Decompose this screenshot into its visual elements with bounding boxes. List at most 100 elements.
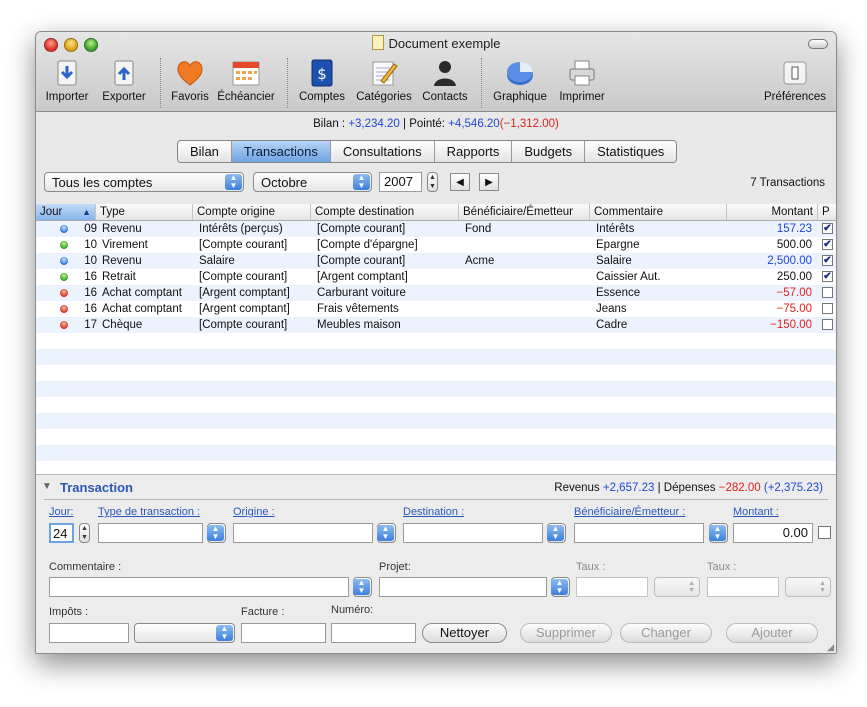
toolbar-separator [481,58,483,108]
projet-select[interactable]: ▲ ▼ [551,577,570,597]
montant-field[interactable]: 0.00 [733,523,813,543]
updown-arrows-icon: ▲ ▼ [547,525,564,541]
delete-button[interactable]: Supprimer [520,623,612,643]
month-select-value: Octobre [261,175,308,190]
impots-field[interactable] [49,623,129,643]
pointe-checkbox[interactable]: ✔ [822,255,833,266]
tab-statistiques[interactable]: Statistiques [585,141,676,162]
checkmark-icon: ✔ [823,239,832,250]
pointe-checkbox[interactable] [822,287,833,298]
status-separator: | [403,118,406,130]
taux-select-1: ▲ ▼ [654,577,700,597]
print-label: Imprimer [559,91,605,103]
add-button[interactable]: Ajouter [726,623,818,643]
accounts-button[interactable]: $ Comptes [297,58,347,103]
column-type[interactable]: Type [96,204,193,220]
tab-transactions[interactable]: Transactions [231,141,331,162]
clear-button[interactable]: Nettoyer [422,623,507,643]
column-montant[interactable]: Montant [727,204,818,220]
jour-field[interactable]: 24 [49,523,74,543]
tab-consultations[interactable]: Consultations [331,141,435,162]
cell-origine: [Argent comptant] [199,287,290,299]
origine-field[interactable] [233,523,373,543]
updown-arrows-icon: ▲ ▼ [709,525,726,541]
cell-beneficiaire [465,237,593,253]
taux-label-1: Taux : [576,561,606,573]
commentaire-field[interactable] [49,577,349,597]
tab-bilan[interactable]: Bilan [178,141,232,162]
window-title-text: Document exemple [388,36,501,51]
jour-stepper[interactable]: ▲ ▼ [79,523,90,543]
import-button[interactable]: Importer [44,58,90,103]
status-dot-icon [60,321,68,329]
beneficiaire-field[interactable] [574,523,704,543]
account-select[interactable]: Tous les comptes ▲ ▼ [44,172,244,192]
table-row[interactable]: 16 Achat comptant [Argent comptant] Frais v… [36,301,836,317]
previous-month-button[interactable]: ◀ [450,173,470,191]
change-button[interactable]: Changer [620,623,712,643]
commentaire-select[interactable]: ▲ ▼ [353,577,372,597]
commentaire-label: Commentaire : [49,561,122,573]
cell-destination: Carburant voiture [317,287,406,299]
pie-chart-icon [505,58,535,88]
cell-destination: Frais vêtements [317,303,399,315]
month-select[interactable]: Octobre ▲ ▼ [253,172,372,192]
favorites-button[interactable]: Favoris [169,58,211,103]
cell-commentaire: Jeans [596,303,627,315]
categories-button[interactable]: Catégories [354,58,414,103]
projet-field[interactable] [379,577,547,597]
chart-button[interactable]: Graphique [490,58,550,103]
updown-arrows-icon: ▲ ▼ [353,579,370,595]
depenses-value: −282.00 [718,482,761,494]
column-destination[interactable]: Compte destination [311,204,459,220]
cell-origine: [Argent comptant] [199,303,290,315]
pointe-checkbox[interactable]: ✔ [822,271,833,282]
destination-select[interactable]: ▲ ▼ [547,523,566,543]
origine-select[interactable]: ▲ ▼ [377,523,396,543]
montant-label: Montant : [733,506,779,518]
scheduler-button[interactable]: Échéancier [216,58,276,103]
cell-jour: 16 [84,287,97,299]
next-month-button[interactable]: ▶ [479,173,499,191]
pointe-checkbox[interactable] [818,526,831,539]
column-beneficiaire[interactable]: Bénéficiaire/Émetteur [459,204,590,220]
pointe-checkbox[interactable] [822,319,833,330]
export-icon [109,58,139,88]
table-row[interactable]: 16 Retrait [Compte courant] [Argent comptan… [36,269,836,285]
table-row[interactable]: 09 Revenu Intérêts (perçus) [Compte courant… [36,221,836,237]
export-button[interactable]: Exporter [99,58,149,103]
column-origine[interactable]: Compte origine [193,204,311,220]
column-jour[interactable]: Jour ▲ [36,204,96,220]
destination-field[interactable] [403,523,543,543]
switch-icon [780,58,810,88]
resize-grip-icon[interactable]: ◢ [827,642,834,653]
transaction-detail-panel: ▼ Transaction Revenus +2,657.23 | Dépens… [36,474,836,653]
column-pointe[interactable]: P [818,204,836,220]
pointe-checkbox[interactable] [822,303,833,314]
account-select-value: Tous les comptes [52,175,153,190]
year-field[interactable]: 2007 [379,172,422,192]
column-commentaire[interactable]: Commentaire [590,204,727,220]
impots-select[interactable]: ▲ ▼ [134,623,235,643]
toolbar-toggle-button[interactable] [808,39,828,49]
beneficiaire-select[interactable]: ▲ ▼ [709,523,728,543]
pointe-checkbox[interactable]: ✔ [822,239,833,250]
year-stepper[interactable]: ▲ ▼ [427,172,438,192]
type-select[interactable]: ▲ ▼ [207,523,226,543]
pointe-checkbox[interactable]: ✔ [822,223,833,234]
updown-arrows-icon: ▲ ▼ [688,580,695,594]
numero-field[interactable] [331,623,416,643]
disclosure-triangle-icon[interactable]: ▼ [42,481,52,492]
tab-budgets[interactable]: Budgets [512,141,586,162]
cell-commentaire: Cadre [596,319,628,331]
table-row[interactable]: 17 Chèque [Compte courant] Meubles maison Ca… [36,317,836,333]
table-row[interactable]: 16 Achat comptant [Argent comptant] Carbura… [36,285,836,301]
print-button[interactable]: Imprimer [554,58,610,103]
facture-field[interactable] [241,623,326,643]
table-row[interactable]: 10 Virement [Compte courant] [Compte d'épar… [36,237,836,253]
preferences-button[interactable]: Préférences [762,58,828,103]
contacts-button[interactable]: Contacts [420,58,470,103]
type-field[interactable] [98,523,203,543]
tab-rapports[interactable]: Rapports [435,141,513,162]
table-row[interactable]: 10 Revenu Salaire [Compte courant] Acme Salai… [36,253,836,269]
